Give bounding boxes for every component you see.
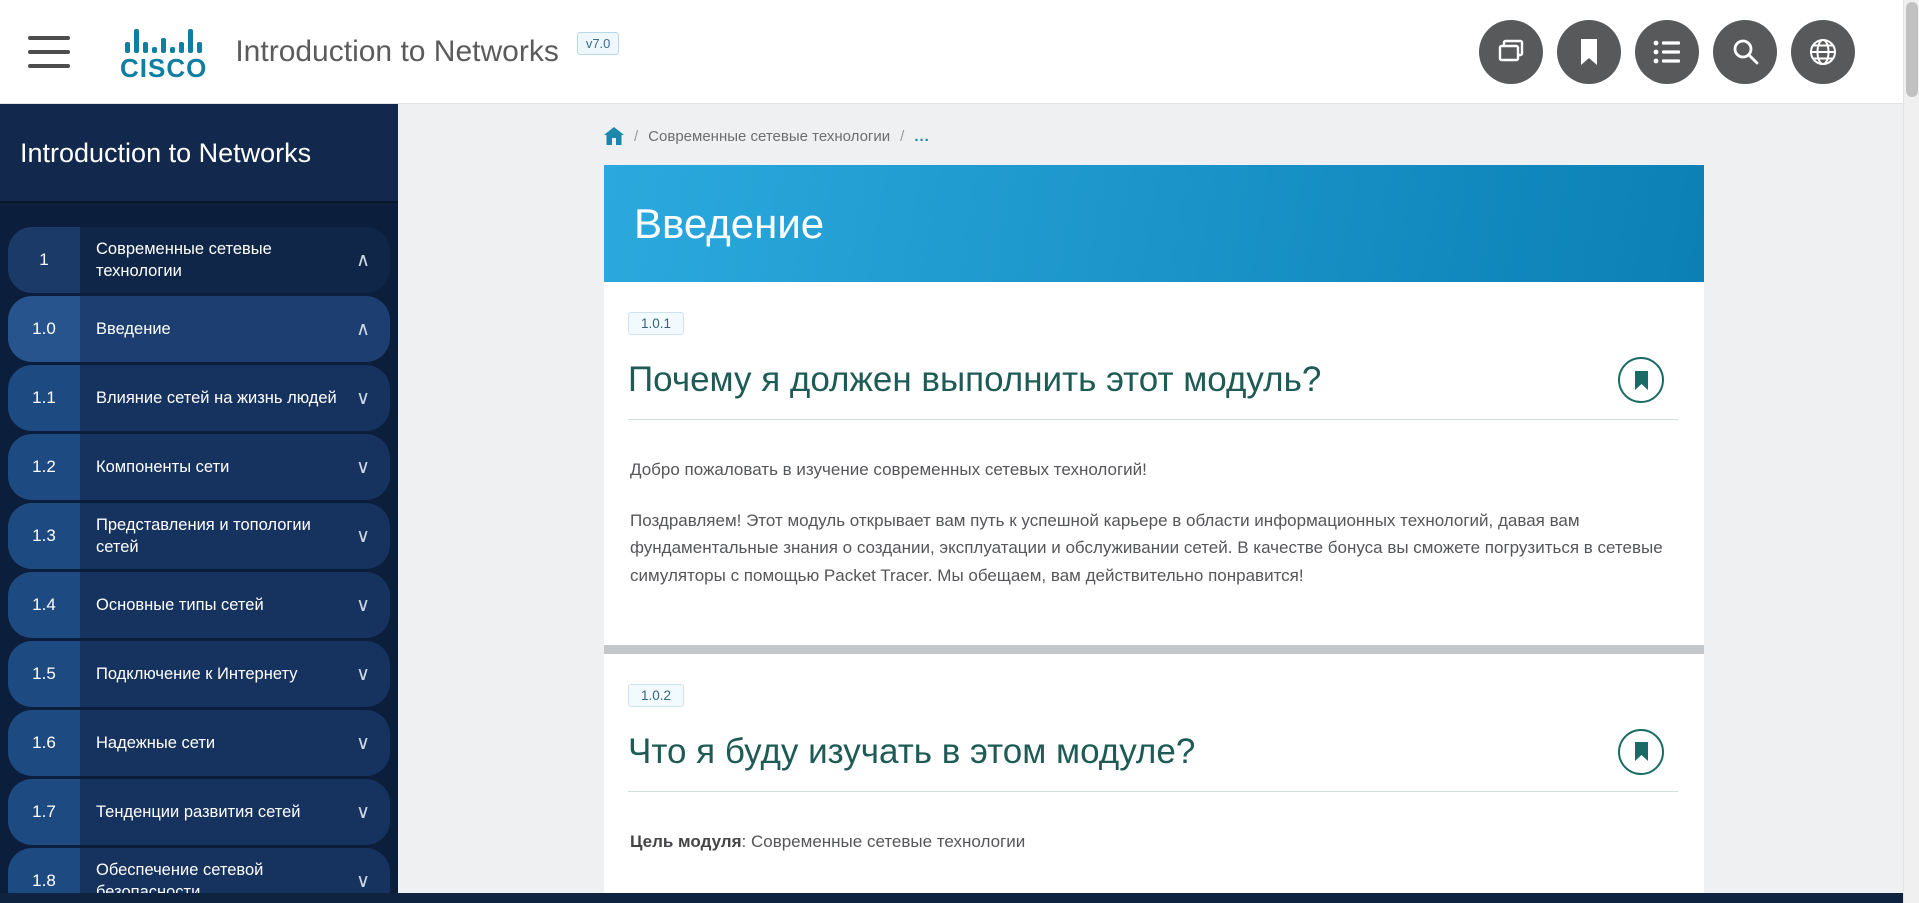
sidebar-item-1-2[interactable]: 1.2 Компоненты сети ∨ (8, 434, 390, 500)
chevron-up-icon[interactable]: ∧ (356, 227, 390, 293)
section-banner: Введение (604, 165, 1704, 282)
section-number: 1.7 (8, 779, 80, 845)
course-sidebar: Introduction to Networks 1 Современные с… (0, 104, 398, 903)
globe-icon[interactable] (1791, 20, 1855, 84)
topic-title: Почему я должен выполнить этот модуль? (628, 360, 1321, 400)
section-label: Представления и топологии сетей (80, 503, 356, 569)
section-number: 1.4 (8, 572, 80, 638)
topic-number-badge: 1.0.1 (628, 312, 684, 335)
topic-number-badge: 1.0.2 (628, 684, 684, 707)
index-list-icon[interactable] (1635, 20, 1699, 84)
section-label: Введение (80, 296, 356, 362)
topic-title: Что я буду изучать в этом модуле? (628, 732, 1195, 772)
sidebar-item-1-4[interactable]: 1.4 Основные типы сетей ∨ (8, 572, 390, 638)
header-toolbar (1479, 20, 1855, 84)
search-icon[interactable] (1713, 20, 1777, 84)
paragraph: Добро пожаловать в изучение современных … (630, 456, 1676, 483)
app-window: CISCO Introduction to Networks v7.0 (0, 0, 1919, 903)
section-label: Тенденции развития сетей (80, 779, 356, 845)
hamburger-menu-icon[interactable] (28, 36, 70, 68)
chevron-down-icon[interactable]: ∨ (356, 503, 390, 569)
goal-label: Цель модуля (630, 832, 742, 851)
breadcrumb: / Современные сетевые технологии / ... (604, 127, 1903, 145)
breadcrumb-ellipsis[interactable]: ... (914, 128, 930, 145)
topic-body-text: Цель модуля: Современные сетевые техноло… (628, 792, 1678, 901)
bookmark-icon[interactable] (1557, 20, 1621, 84)
sidebar-item-1-5[interactable]: 1.5 Подключение к Интернету ∨ (8, 641, 390, 707)
version-badge: v7.0 (577, 32, 620, 55)
sidebar-item-1-3[interactable]: 1.3 Представления и топологии сетей ∨ (8, 503, 390, 569)
breadcrumb-separator: / (634, 128, 638, 145)
module-goal-line: Цель модуля: Современные сетевые техноло… (630, 828, 1676, 855)
breadcrumb-separator: / (900, 128, 904, 145)
section-number: 1.3 (8, 503, 80, 569)
section-number: 1.5 (8, 641, 80, 707)
bottom-edge-bar (0, 893, 1903, 903)
section-label: Подключение к Интернету (80, 641, 356, 707)
chevron-down-icon[interactable]: ∨ (356, 572, 390, 638)
sidebar-item-1-6[interactable]: 1.6 Надежные сети ∨ (8, 710, 390, 776)
chevron-down-icon[interactable]: ∨ (356, 365, 390, 431)
section-number: 1.6 (8, 710, 80, 776)
sidebar-item-module-1[interactable]: 1 Современные сетевые технологии ∧ (8, 227, 390, 293)
banner-title: Введение (634, 200, 824, 248)
breadcrumb-module[interactable]: Современные сетевые технологии (648, 128, 890, 145)
sidebar-item-1-7[interactable]: 1.7 Тенденции развития сетей ∨ (8, 779, 390, 845)
scrollbar-thumb[interactable] (1906, 2, 1918, 97)
cisco-logo-bars-icon (125, 23, 202, 53)
chevron-down-icon[interactable]: ∨ (356, 434, 390, 500)
section-number: 1.2 (8, 434, 80, 500)
bookmark-topic-button[interactable] (1618, 357, 1664, 403)
main-content-area: / Современные сетевые технологии / ... В… (398, 105, 1903, 903)
section-number: 1.1 (8, 365, 80, 431)
home-icon[interactable] (604, 127, 624, 145)
topic-body-text: Добро пожаловать в изучение современных … (628, 420, 1678, 635)
section-label: Влияние сетей на жизнь людей (80, 365, 356, 431)
page-scrollbar[interactable] (1903, 0, 1919, 903)
paragraph: Поздравляем! Этот модуль открывает вам п… (630, 507, 1676, 589)
course-title: Introduction to Networks (235, 35, 558, 69)
section-label: Основные типы сетей (80, 572, 356, 638)
windows-icon[interactable] (1479, 20, 1543, 84)
cisco-logo-text: CISCO (120, 55, 207, 81)
sidebar-item-1-0[interactable]: 1.0 Введение ∧ (8, 296, 390, 362)
module-label: Современные сетевые технологии (80, 227, 356, 293)
chevron-down-icon[interactable]: ∨ (356, 710, 390, 776)
top-header: CISCO Introduction to Networks v7.0 (0, 0, 1903, 104)
section-label: Компоненты сети (80, 434, 356, 500)
module-nav-list: 1 Современные сетевые технологии ∧ 1.0 В… (0, 203, 398, 903)
section-divider-bar (604, 645, 1704, 654)
chevron-up-icon[interactable]: ∧ (356, 296, 390, 362)
bookmark-topic-button[interactable] (1618, 729, 1664, 775)
chevron-down-icon[interactable]: ∨ (356, 641, 390, 707)
topic-section-1-0-1: 1.0.1 Почему я должен выполнить этот мод… (604, 282, 1704, 645)
sidebar-course-title: Introduction to Networks (0, 104, 398, 203)
section-label: Надежные сети (80, 710, 356, 776)
section-number: 1.0 (8, 296, 80, 362)
chevron-down-icon[interactable]: ∨ (356, 779, 390, 845)
goal-text: : Современные сетевые технологии (742, 832, 1026, 851)
sidebar-item-1-1[interactable]: 1.1 Влияние сетей на жизнь людей ∨ (8, 365, 390, 431)
cisco-logo: CISCO (120, 23, 207, 81)
lesson-card: Введение 1.0.1 Почему я должен выполнить… (604, 165, 1704, 903)
module-number: 1 (8, 227, 80, 293)
topic-section-1-0-2: 1.0.2 Что я буду изучать в этом модуле? … (604, 654, 1704, 903)
